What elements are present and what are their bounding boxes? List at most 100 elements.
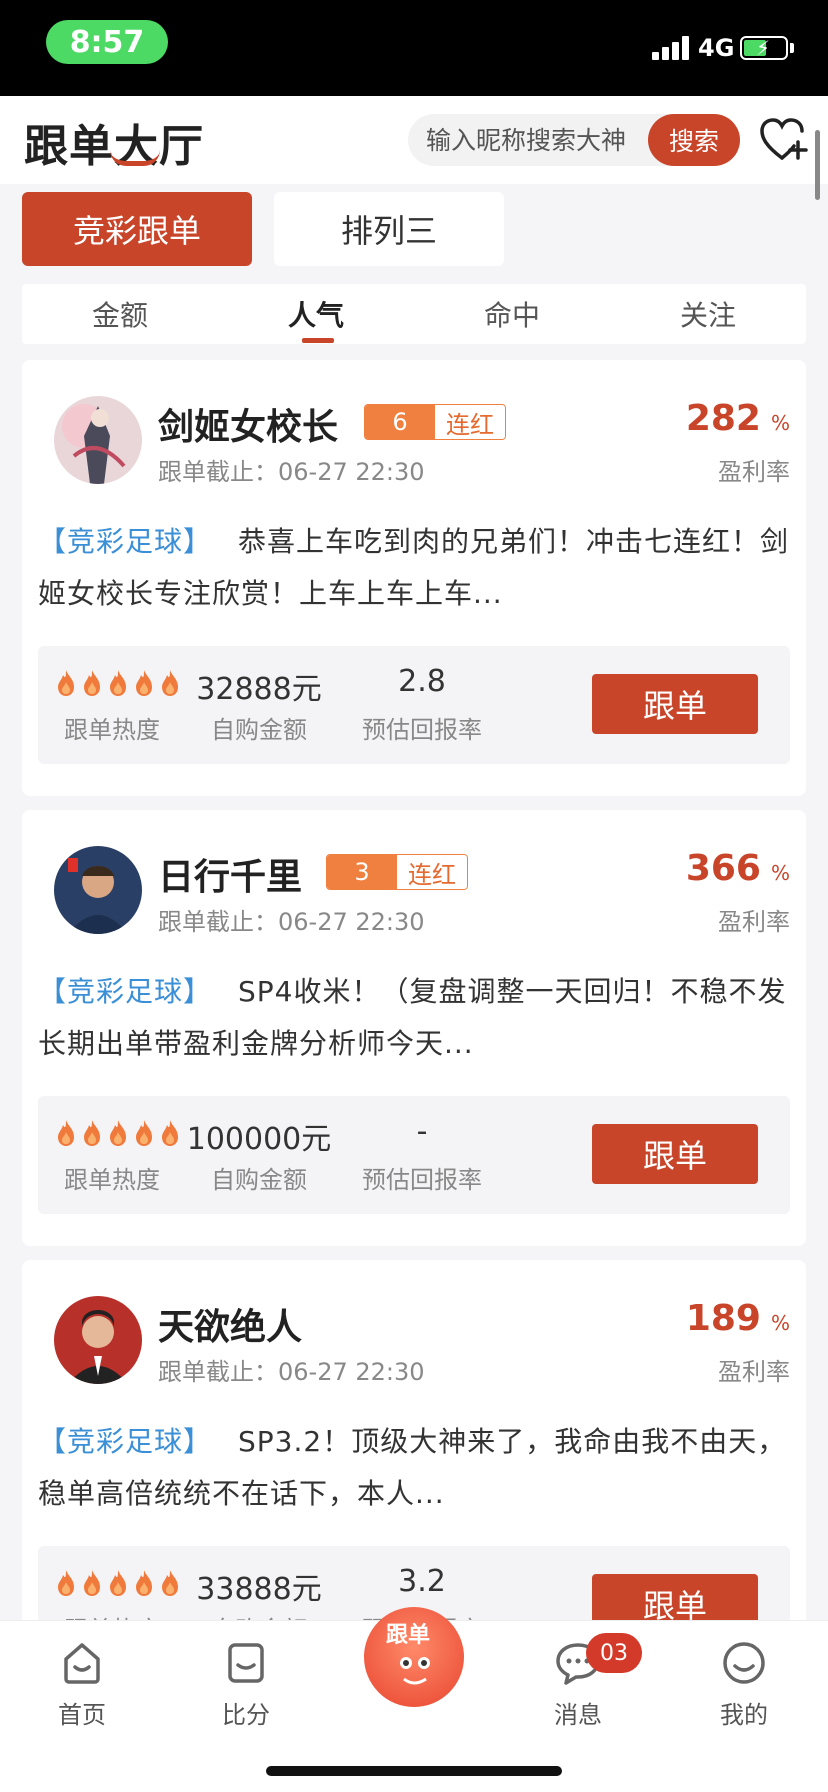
- sort-tab-following[interactable]: 关注: [610, 284, 806, 344]
- search-button[interactable]: 搜索: [648, 114, 740, 166]
- nav-score-label: 比分: [222, 1701, 270, 1729]
- nav-home-label: 首页: [58, 1701, 106, 1729]
- avatar[interactable]: [54, 846, 142, 934]
- search-box[interactable]: 搜索: [408, 114, 740, 166]
- profit-rate-unit: %: [770, 1311, 790, 1335]
- lottery-tag: 【竞彩足球】: [38, 975, 213, 1008]
- streak-count: 3: [327, 855, 397, 889]
- profit-rate-unit: %: [770, 411, 790, 435]
- profit-rate-label: 盈利率: [718, 1358, 790, 1386]
- profit-rate: 189%: [686, 1298, 790, 1339]
- status-time: 8:57: [46, 20, 168, 64]
- self-buy-amount: 100000元: [186, 1122, 332, 1157]
- self-buy-label: 自购金额: [211, 1166, 307, 1194]
- nav-profile[interactable]: 我的: [694, 1639, 794, 1730]
- flame-icon: [58, 1120, 74, 1146]
- flame-icon: [84, 1120, 100, 1146]
- page-header: 跟单大厅 搜索: [0, 96, 828, 184]
- home-icon: [64, 1643, 100, 1684]
- expert-name: 天欲绝人: [158, 1307, 303, 1348]
- flame-icon: [162, 670, 178, 696]
- score-icon: [228, 1643, 264, 1683]
- plan-stats: 跟单热度 100000元 自购金额 - 预估回报率 跟单: [38, 1096, 790, 1214]
- follow-button[interactable]: 跟单: [592, 674, 758, 734]
- flame-icon: [58, 670, 74, 696]
- heat-label: 跟单热度: [64, 716, 160, 744]
- tab-pailie-san[interactable]: 排列三: [274, 192, 504, 266]
- heat-label: 跟单热度: [64, 1166, 160, 1194]
- plan-description[interactable]: 【竞彩足球】 SP3.2！顶级大神来了，我命由我不由天，稳单高倍统统不在话下，本人…: [38, 1416, 790, 1520]
- home-indicator: [266, 1766, 562, 1776]
- lottery-tag: 【竞彩足球】: [38, 1425, 213, 1458]
- self-buy-label: 自购金额: [211, 716, 307, 744]
- estimated-return-label: 预估回报率: [362, 716, 482, 744]
- profile-icon: [723, 1642, 765, 1684]
- profit-rate-value: 366: [685, 848, 761, 889]
- flame-icon: [162, 1570, 178, 1596]
- lottery-tag: 【竞彩足球】: [38, 525, 213, 558]
- message-badge: 03: [586, 1633, 642, 1673]
- plan-description[interactable]: 【竞彩足球】 恭喜上车吃到肉的兄弟们！冲击七连红！剑姬女校长专注欣赏！上车上车上车…: [38, 516, 790, 620]
- battery-icon: ⚡: [740, 36, 788, 60]
- expert-name: 剑姬女校长: [158, 407, 339, 448]
- nav-follow-center-button[interactable]: 跟单: [364, 1607, 464, 1707]
- estimated-return-label: 预估回报率: [362, 1166, 482, 1194]
- plan-description[interactable]: 【竞彩足球】 SP4收米！（复盘调整一天回归！不稳不发长期出单带盈利金牌分析师今天…: [38, 966, 790, 1070]
- tab-jingcai-follow[interactable]: 竞彩跟单: [22, 192, 252, 266]
- streak-badge: 3 连红: [326, 854, 468, 890]
- flame-icon: [110, 670, 126, 696]
- nav-profile-label: 我的: [720, 1701, 768, 1729]
- follow-button[interactable]: 跟单: [592, 1124, 758, 1184]
- network-type: 4G: [698, 34, 735, 62]
- search-input[interactable]: [426, 114, 626, 166]
- profit-rate: 366%: [686, 848, 790, 889]
- expert-name: 日行千里: [158, 857, 303, 898]
- profit-rate-value: 189: [685, 1298, 761, 1339]
- heat-flames: [54, 1568, 182, 1598]
- expert-card[interactable]: 剑姬女校长 6 连红 跟单截止：06-27 22:30 282% 盈利率 【竞彩…: [22, 360, 806, 796]
- nav-score[interactable]: 比分: [196, 1639, 296, 1730]
- self-buy-amount: 32888元: [196, 672, 322, 707]
- nav-home[interactable]: 首页: [32, 1639, 132, 1730]
- sort-tab-amount[interactable]: 金额: [22, 284, 218, 344]
- nav-messages-label: 消息: [554, 1701, 602, 1729]
- estimated-return: 2.8: [398, 664, 446, 699]
- follow-deadline: 跟单截止：06-27 22:30: [158, 458, 425, 486]
- flame-icon: [136, 1570, 152, 1596]
- flame-icon: [136, 1120, 152, 1146]
- status-bar: 8:57 4G ⚡: [0, 0, 828, 96]
- plan-stats: 跟单热度 32888元 自购金额 2.8 预估回报率 跟单: [38, 646, 790, 764]
- profit-rate-unit: %: [770, 861, 790, 885]
- flame-icon: [110, 1120, 126, 1146]
- flame-icon: [136, 670, 152, 696]
- streak-label: 连红: [435, 405, 505, 439]
- profit-rate-label: 盈利率: [718, 908, 790, 936]
- page-title: 跟单大厅: [24, 121, 204, 172]
- streak-label: 连红: [397, 855, 467, 889]
- avatar[interactable]: [54, 396, 142, 484]
- favorite-heart-plus-icon[interactable]: [758, 116, 808, 164]
- signal-icon: [652, 36, 690, 60]
- heat-flames: [54, 1118, 182, 1148]
- flame-icon: [162, 1120, 178, 1146]
- flame-icon: [110, 1570, 126, 1596]
- estimated-return: -: [416, 1114, 428, 1149]
- sort-tab-popularity[interactable]: 人气: [218, 284, 414, 344]
- flame-icon: [58, 1570, 74, 1596]
- expert-card[interactable]: 日行千里 3 连红 跟单截止：06-27 22:30 366% 盈利率 【竞彩足…: [22, 810, 806, 1246]
- follow-deadline: 跟单截止：06-27 22:30: [158, 908, 425, 936]
- sort-tab-hit[interactable]: 命中: [414, 284, 610, 344]
- avatar[interactable]: [54, 1296, 142, 1384]
- streak-badge: 6 连红: [364, 404, 506, 440]
- follow-deadline: 跟单截止：06-27 22:30: [158, 1358, 425, 1386]
- heat-flames: [54, 668, 182, 698]
- profit-rate-value: 282: [685, 398, 761, 439]
- active-tab-indicator: [302, 338, 334, 343]
- estimated-return: 3.2: [398, 1564, 446, 1599]
- streak-count: 6: [365, 405, 435, 439]
- scrollbar[interactable]: [815, 130, 820, 200]
- flame-icon: [84, 670, 100, 696]
- flame-icon: [84, 1570, 100, 1596]
- follow-center-icon: [400, 1657, 430, 1685]
- profit-rate: 282%: [686, 398, 790, 439]
